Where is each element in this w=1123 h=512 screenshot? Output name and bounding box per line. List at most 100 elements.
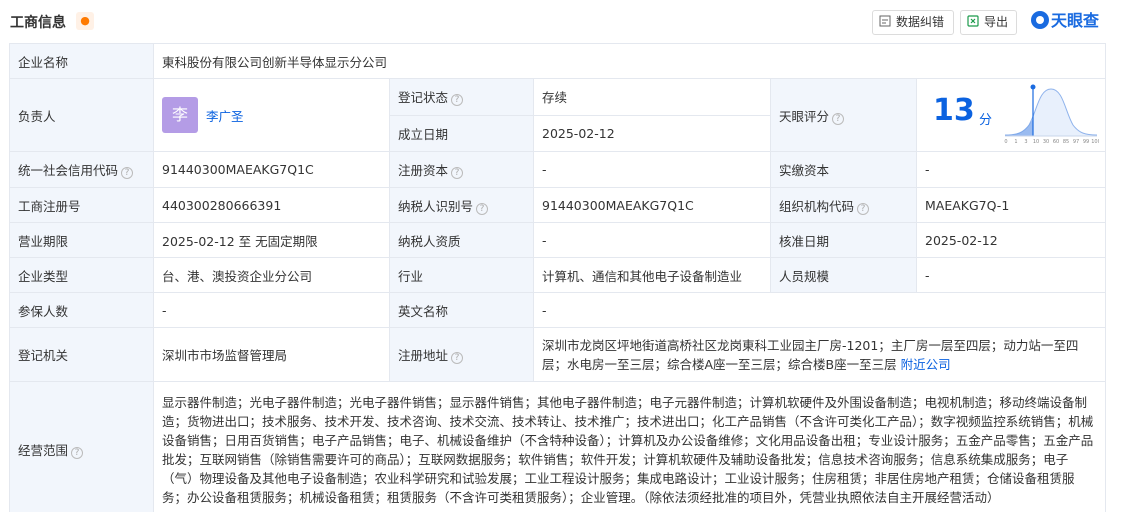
help-icon[interactable]: ? <box>121 167 134 179</box>
score-axis-tick: 10 <box>1033 139 1039 145</box>
staff-size-label: 人员规模 <box>770 257 917 293</box>
business-term-value: 2025-02-12 至 无固定期限 <box>153 222 390 258</box>
org-code-value: MAEAKG7Q-1 <box>915 187 1107 223</box>
company-name-label: 企业名称 <box>9 43 154 79</box>
reg-authority-label: 登记机关 <box>9 327 154 382</box>
credit-code-label-cell: 统一社会信用代码? <box>9 151 154 188</box>
legal-person-cell: 李李广圣 <box>153 78 390 152</box>
help-icon[interactable]: ? <box>451 167 464 179</box>
score-unit: 分 <box>979 113 993 128</box>
industry-label: 行业 <box>389 257 534 293</box>
logo-mark-icon <box>1031 11 1049 29</box>
score-axis-tick: 0 <box>1004 139 1007 145</box>
section-title: 工商信息 <box>10 15 66 31</box>
reg-status-label-cell: 登记状态? <box>389 78 534 116</box>
staff-size-value: - <box>915 257 1107 293</box>
score-value: 13 <box>933 93 975 128</box>
reg-address-label-cell: 注册地址? <box>389 327 534 382</box>
data-feedback-button[interactable]: 数据纠错 <box>872 10 954 35</box>
score-axis-tick: 99 <box>1083 139 1089 145</box>
business-scope-label: 经营范围 <box>18 443 69 458</box>
business-scope-label-cell: 经营范围? <box>9 381 154 512</box>
reg-status-value: 存续 <box>533 78 771 116</box>
export-button[interactable]: 导出 <box>960 10 1017 35</box>
reg-number-label: 工商注册号 <box>9 187 154 223</box>
reg-capital-label: 注册资本 <box>398 163 449 178</box>
taxpayer-id-label-cell: 纳税人识别号? <box>389 187 534 223</box>
industry-value: 计算机、通信和其他电子设备制造业 <box>533 257 771 293</box>
legal-person-label: 负责人 <box>9 78 154 152</box>
reg-address-cell: 深圳市龙岗区坪地街道高桥社区龙岗東科工业园主厂房-1201；主厂房一层至四层；动… <box>532 327 1107 382</box>
bell-icon[interactable]: ● <box>76 12 94 30</box>
business-term-label: 营业期限 <box>9 222 154 258</box>
reg-authority-value: 深圳市市场监督管理局 <box>153 327 390 382</box>
approval-date-value: 2025-02-12 <box>915 222 1107 258</box>
export-icon <box>967 15 979 27</box>
help-icon[interactable]: ? <box>832 112 845 125</box>
english-name-label: 英文名称 <box>389 292 534 328</box>
reg-capital-value: - <box>533 151 771 188</box>
established-value: 2025-02-12 <box>533 114 771 152</box>
business-scope-value: 显示器件制造；光电子器件制造；光电子器件销售；显示器件销售；其他电子器件制造；电… <box>152 381 1107 512</box>
taxpayer-id-label: 纳税人识别号 <box>398 198 474 214</box>
table-row: 负责人 李李广圣 登记状态? 存续 天眼评分? 13 分 0 1 3 10 30 60 85… <box>9 78 1107 152</box>
score-axis-tick: 3 <box>1024 139 1027 145</box>
company-type-value: 台、港、澳投资企业分公司 <box>153 257 390 293</box>
table-row: 工商注册号 440300280666391 纳税人识别号? 91440300MA… <box>9 187 1107 223</box>
credit-code-value: 91440300MAEAKG7Q1C <box>153 151 390 188</box>
score-widget[interactable]: 13 分 013103060859799100 <box>925 79 1099 151</box>
help-icon[interactable]: ? <box>451 352 464 364</box>
reg-address-value: 深圳市龙岗区坪地街道高桥社区龙岗東科工业园主厂房-1201；主厂房一层至四层；动… <box>542 337 1079 372</box>
avatar[interactable]: 李 <box>162 97 198 133</box>
table-row: 企业类型 台、港、澳投资企业分公司 行业 计算机、通信和其他电子设备制造业 人员… <box>9 257 1107 293</box>
legal-person-link[interactable]: 李广圣 <box>206 109 244 124</box>
data-feedback-label: 数据纠错 <box>896 15 945 29</box>
score-axis-tick: 100 <box>1091 139 1099 145</box>
paid-capital-label: 实缴资本 <box>770 151 917 188</box>
help-icon[interactable]: ? <box>71 447 84 459</box>
edit-icon <box>879 15 891 27</box>
approval-date-label: 核准日期 <box>770 222 917 258</box>
table-row: 营业期限 2025-02-12 至 无固定期限 纳税人资质 - 核准日期 202… <box>9 222 1107 258</box>
org-code-label: 组织机构代码 <box>779 198 855 214</box>
nearby-companies-link[interactable]: 附近公司 <box>901 357 951 372</box>
insured-label: 参保人数 <box>9 292 154 328</box>
help-icon[interactable]: ? <box>451 94 464 107</box>
score-axis-tick: 60 <box>1053 139 1059 145</box>
score-label: 天眼评分 <box>779 108 830 124</box>
table-row: 登记机关 深圳市市场监督管理局 注册地址? 深圳市龙岗区坪地街道高桥社区龙岗東科… <box>9 327 1107 382</box>
established-label: 成立日期 <box>389 114 534 152</box>
reg-status-label: 登记状态 <box>398 90 449 106</box>
reg-address-label: 注册地址 <box>398 348 449 363</box>
score-axis-tick: 85 <box>1063 139 1069 145</box>
company-type-label: 企业类型 <box>9 257 154 293</box>
score-label-cell: 天眼评分? <box>770 78 917 152</box>
logo-text: 天眼查 <box>1051 11 1100 30</box>
company-name-value: 東科股份有限公司创新半导体显示分公司 <box>152 43 1107 79</box>
table-row: 经营范围? 显示器件制造；光电子器件制造；光电子器件销售；显示器件销售；其他电子… <box>9 381 1107 512</box>
org-code-label-cell: 组织机构代码? <box>770 187 917 223</box>
score-axis-tick: 30 <box>1043 139 1049 145</box>
export-label: 导出 <box>984 15 1009 29</box>
reg-number-value: 440300280666391 <box>153 187 390 223</box>
taxpayer-quality-value: - <box>533 222 771 258</box>
taxpayer-id-value: 91440300MAEAKG7Q1C <box>533 187 771 223</box>
paid-capital-value: - <box>915 151 1107 188</box>
help-icon[interactable]: ? <box>857 202 870 215</box>
credit-code-label: 统一社会信用代码 <box>18 163 119 178</box>
business-info-table: 企业名称 東科股份有限公司创新半导体显示分公司 负责人 李李广圣 登记状态? 存… <box>9 43 1107 512</box>
reg-capital-label-cell: 注册资本? <box>389 151 534 188</box>
table-row: 企业名称 東科股份有限公司创新半导体显示分公司 <box>9 43 1107 79</box>
english-name-value: - <box>532 292 1107 328</box>
score-distribution-curve: 0 1 3 10 30 60 85 97 99100 <box>1004 84 1099 145</box>
help-icon[interactable]: ? <box>476 202 489 215</box>
table-row: 参保人数 - 英文名称 - <box>9 292 1107 328</box>
tianyancha-logo[interactable]: 天眼查 <box>1031 10 1099 32</box>
section-header: 工商信息 ● 数据纠错 导出 天眼查 <box>0 0 1123 42</box>
score-axis-tick: 1 <box>1014 139 1017 145</box>
score-axis-tick: 97 <box>1073 139 1079 145</box>
taxpayer-quality-label: 纳税人资质 <box>389 222 534 258</box>
insured-value: - <box>153 292 390 328</box>
table-row: 统一社会信用代码? 91440300MAEAKG7Q1C 注册资本? - 实缴资… <box>9 151 1107 188</box>
score-cell: 13 分 013103060859799100 <box>915 78 1107 152</box>
